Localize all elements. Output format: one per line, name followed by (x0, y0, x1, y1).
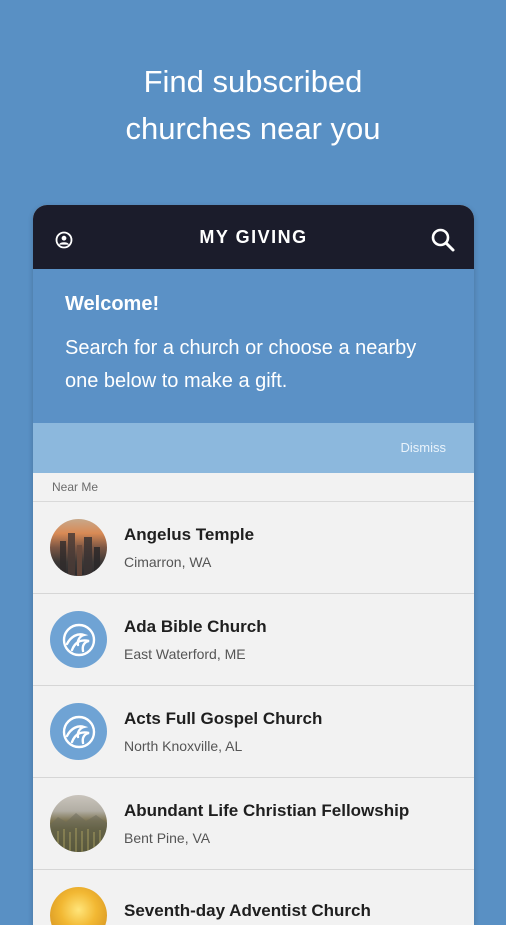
app-screen: MY GIVING Welcome! Search for a church o… (33, 205, 474, 925)
profile-icon[interactable] (55, 231, 73, 249)
list-item[interactable]: Acts Full Gospel Church North Knoxville,… (33, 686, 474, 778)
list-item[interactable]: Seventh-day Adventist Church (33, 870, 474, 925)
church-location: Cimarron, WA (124, 554, 212, 570)
church-name: Abundant Life Christian Fellowship (124, 801, 410, 820)
dismiss-button[interactable]: Dismiss (401, 440, 447, 455)
promo-headline: Find subscribed churches near you (0, 58, 506, 152)
church-list: Angelus Temple Cimarron, WA Ada Bible Ch… (33, 502, 474, 925)
dismiss-bar: Dismiss (33, 423, 474, 473)
promo-line-1: Find subscribed (143, 64, 363, 99)
welcome-banner: Welcome! Search for a church or choose a… (33, 269, 474, 423)
church-name: Acts Full Gospel Church (124, 709, 323, 728)
church-name: Seventh-day Adventist Church (124, 901, 371, 920)
church-photo-avatar (50, 887, 107, 925)
section-header-near-me: Near Me (33, 473, 474, 502)
promo-line-2: churches near you (125, 111, 381, 146)
app-bar: MY GIVING (33, 205, 474, 269)
wave-logo-icon (62, 623, 95, 656)
church-name: Angelus Temple (124, 525, 255, 544)
list-item[interactable]: Angelus Temple Cimarron, WA (33, 502, 474, 594)
city-skyline-icon (60, 533, 100, 576)
church-photo-avatar (50, 795, 107, 852)
app-title: MY GIVING (199, 226, 308, 247)
church-name: Ada Bible Church (124, 617, 267, 636)
wheat-field-icon (50, 813, 107, 852)
church-location: East Waterford, ME (124, 646, 246, 662)
welcome-message: Search for a church or choose a nearby o… (65, 337, 417, 392)
church-logo-avatar (50, 611, 107, 668)
welcome-title: Welcome! (65, 293, 160, 315)
wave-logo-icon (62, 715, 95, 748)
church-location: North Knoxville, AL (124, 738, 243, 754)
church-location: Bent Pine, VA (124, 830, 211, 846)
church-photo-avatar (50, 519, 107, 576)
list-item[interactable]: Abundant Life Christian Fellowship Bent … (33, 778, 474, 870)
search-icon[interactable] (430, 227, 456, 253)
church-logo-avatar (50, 703, 107, 760)
list-item[interactable]: Ada Bible Church East Waterford, ME (33, 594, 474, 686)
